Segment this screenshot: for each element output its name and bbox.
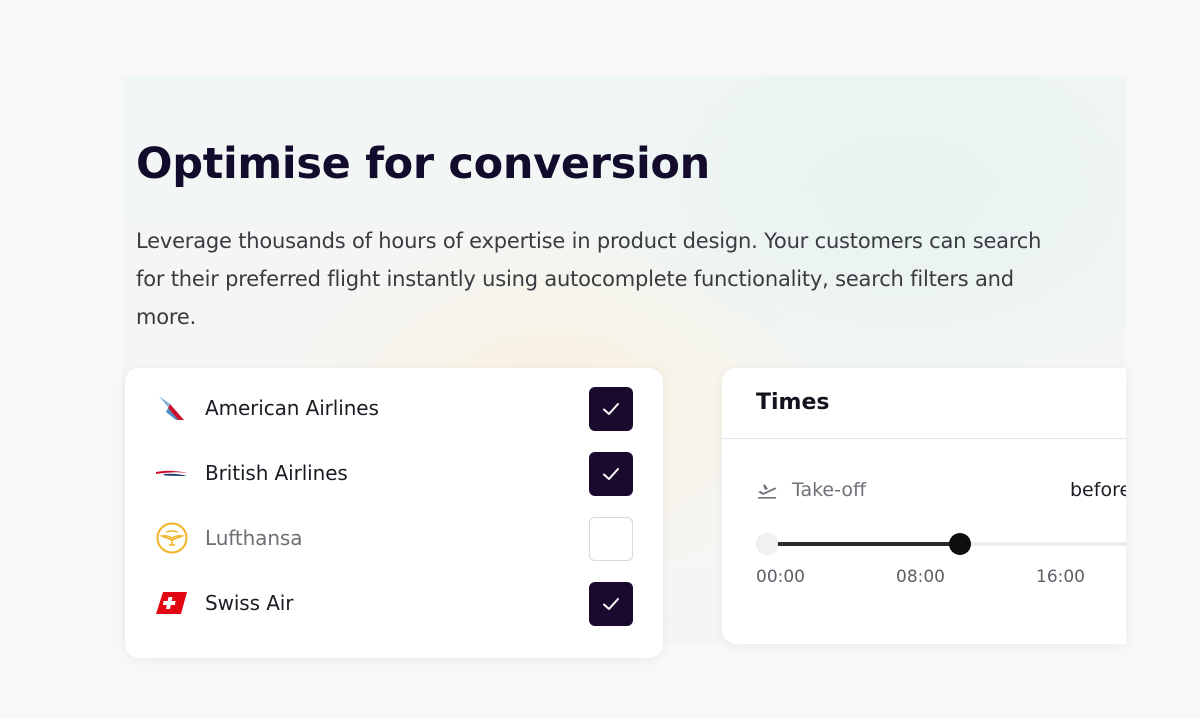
american-airlines-logo — [155, 391, 189, 425]
airline-name: British Airlines — [205, 461, 348, 485]
divider — [722, 438, 1126, 439]
british-airways-logo — [155, 456, 189, 490]
takeoff-slider-fill — [768, 542, 961, 546]
airline-filter-card: American Airlines British Airlines Lufth… — [125, 368, 663, 658]
times-filter-card: Times Take-off before 00:00 08:00 16:00 — [722, 368, 1126, 644]
takeoff-slider-max-handle[interactable] — [948, 533, 971, 555]
airline-name: Lufthansa — [205, 526, 303, 550]
slider-tick-label: 16:00 — [1036, 567, 1085, 587]
times-title: Times — [756, 390, 830, 415]
checkmark-icon — [603, 403, 619, 415]
swiss-air-logo — [155, 586, 189, 620]
takeoff-value: before — [1070, 479, 1126, 501]
takeoff-icon — [756, 479, 778, 501]
airline-option-british-airlines[interactable]: British Airlines — [125, 444, 663, 504]
page-title: Optimise for conversion — [136, 139, 710, 189]
checkmark-icon — [603, 598, 619, 610]
airline-option-american-airlines[interactable]: American Airlines — [125, 379, 663, 439]
lufthansa-logo — [155, 521, 189, 555]
airline-checkbox-checked[interactable] — [589, 452, 633, 496]
feature-description: Leverage thousands of hours of expertise… — [136, 229, 1042, 329]
slider-tick-label: 00:00 — [756, 567, 805, 587]
takeoff-label: Take-off — [792, 479, 867, 501]
airline-checkbox-checked[interactable] — [589, 582, 633, 626]
airline-option-lufthansa[interactable]: Lufthansa — [125, 509, 663, 569]
slider-tick-label: 08:00 — [896, 567, 945, 587]
airline-option-swiss-air[interactable]: Swiss Air — [125, 574, 663, 634]
airline-name: American Airlines — [205, 396, 379, 420]
page: Optimise for conversion Leverage thousan… — [0, 0, 1200, 718]
takeoff-slider-min-handle[interactable] — [756, 533, 778, 555]
airline-checkbox-checked[interactable] — [589, 387, 633, 431]
airline-name: Swiss Air — [205, 591, 294, 615]
checkmark-icon — [603, 468, 619, 480]
airline-checkbox-unchecked[interactable] — [589, 517, 633, 561]
